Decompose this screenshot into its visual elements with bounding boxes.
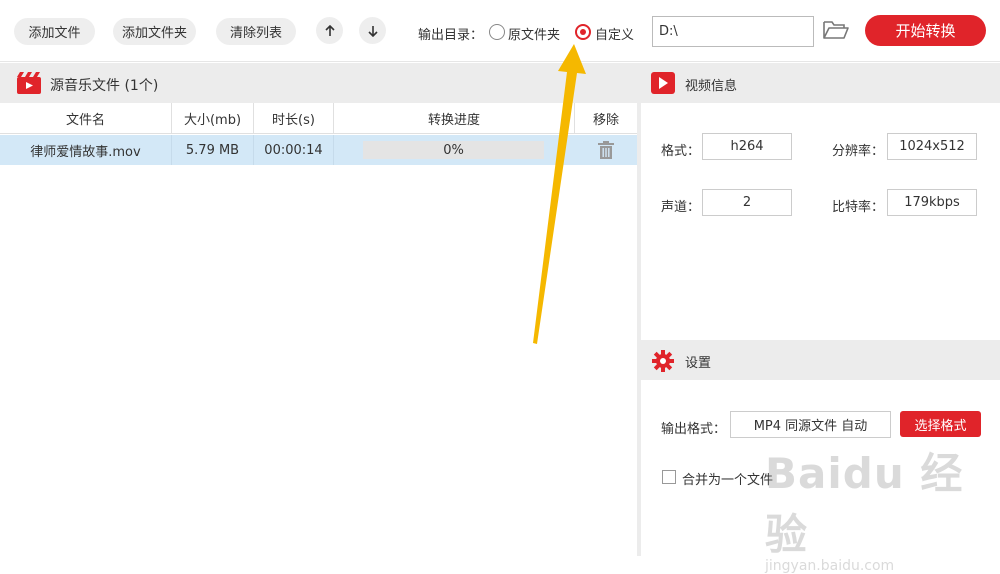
arrow-down-icon: [367, 25, 378, 37]
format-label: 格式：: [661, 144, 701, 159]
pane-divider: [637, 63, 641, 556]
column-header-duration[interactable]: 时长(s): [254, 103, 334, 133]
format-value: h264: [702, 133, 792, 160]
output-path-input[interactable]: [652, 16, 814, 47]
output-dir-label: 输出目录：: [418, 28, 484, 43]
file-panel-header: 源音乐文件 (1个): [0, 63, 637, 103]
file-duration-cell: 00:00:14: [254, 135, 334, 165]
add-file-button[interactable]: 添加文件: [14, 18, 95, 45]
toolbar: 添加文件 添加文件夹 清除列表 输出目录： 原文件夹 自定义 开始转换: [0, 0, 1000, 62]
radio-original-folder[interactable]: [489, 24, 505, 40]
trash-icon[interactable]: [596, 140, 616, 164]
radio-original-label[interactable]: 原文件夹: [508, 24, 560, 43]
add-folder-button[interactable]: 添加文件夹: [113, 18, 196, 45]
progress-text: 0%: [443, 142, 464, 158]
settings-header: 设置: [641, 340, 1000, 380]
bitrate-label: 比特率：: [832, 200, 885, 215]
file-size-cell: 5.79 MB: [172, 135, 254, 165]
table-row[interactable]: 律师爱情故事.mov 5.79 MB 00:00:14 0%: [0, 135, 637, 165]
column-header-remove[interactable]: 移除: [575, 103, 637, 133]
arrow-up-icon: [324, 24, 335, 36]
music-file-icon: [16, 71, 42, 99]
move-up-button[interactable]: [316, 17, 343, 44]
clear-list-button[interactable]: 清除列表: [216, 18, 296, 45]
folder-open-icon[interactable]: [822, 19, 850, 45]
channels-value: 2: [702, 189, 792, 216]
column-header-progress[interactable]: 转换进度: [334, 103, 575, 133]
channels-label: 声道：: [661, 200, 701, 215]
radio-custom[interactable]: [575, 24, 591, 40]
file-table-header: 文件名 大小(mb) 时长(s) 转换进度 移除: [0, 103, 637, 134]
file-panel-title: 源音乐文件 (1个): [50, 78, 159, 94]
progress-bar: 0%: [363, 141, 544, 159]
gear-icon: [651, 349, 675, 377]
merge-checkbox-label[interactable]: 合并为一个文件: [682, 469, 773, 488]
video-info-header: 视频信息: [641, 63, 1000, 103]
video-info-title: 视频信息: [685, 79, 738, 94]
select-format-button[interactable]: 选择格式: [900, 411, 981, 437]
start-convert-button[interactable]: 开始转换: [865, 15, 986, 46]
column-header-filename[interactable]: 文件名: [0, 103, 172, 133]
watermark-sub-text: jingyan.baidu.com: [765, 558, 895, 574]
move-down-button[interactable]: [359, 17, 386, 44]
watermark-main-text: Baidu 经验: [765, 449, 964, 559]
merge-checkbox[interactable]: [662, 470, 676, 484]
settings-title: 设置: [685, 356, 712, 371]
resolution-label: 分辨率：: [832, 144, 885, 159]
column-header-size[interactable]: 大小(mb): [172, 103, 254, 133]
baidu-watermark: Baidu 经验 jingyan.baidu.com: [765, 440, 1000, 574]
bitrate-value: 179kbps: [887, 189, 977, 216]
resolution-value: 1024x512: [887, 133, 977, 160]
radio-custom-label[interactable]: 自定义: [595, 24, 634, 43]
file-name-cell: 律师爱情故事.mov: [0, 135, 172, 165]
output-format-label: 输出格式：: [661, 422, 727, 437]
play-icon: [651, 72, 675, 98]
output-format-value: MP4 同源文件 自动: [730, 411, 891, 438]
